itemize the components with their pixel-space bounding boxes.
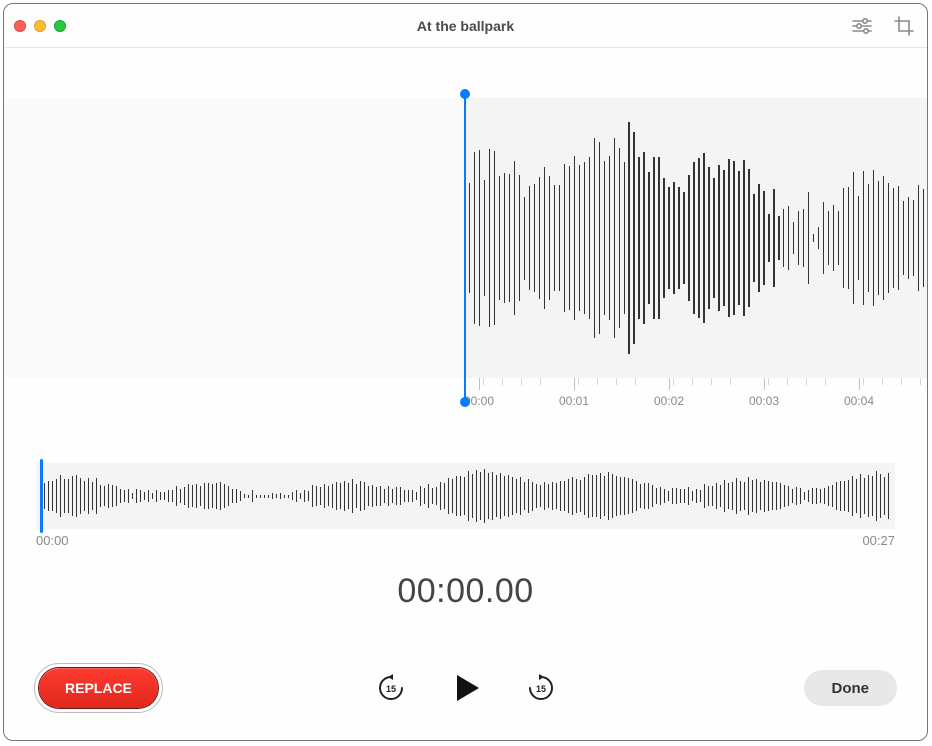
- time-ruler: 00:0000:0100:0200:0300:040: [464, 378, 927, 422]
- overview-start-time: 00:00: [36, 533, 69, 548]
- replace-button-outline: REPLACE: [34, 663, 163, 713]
- ruler-tick: 00:03: [749, 378, 779, 408]
- trim-crop-icon[interactable]: [891, 15, 917, 37]
- window-controls: [14, 20, 66, 32]
- waveform-empty-region: [4, 98, 464, 378]
- recording-title: At the ballpark: [4, 18, 927, 34]
- done-button[interactable]: Done: [804, 670, 898, 706]
- main-waveform: [464, 98, 927, 378]
- app-window: At the ballpark: [3, 3, 928, 741]
- transport-controls: 15 15: [376, 668, 556, 708]
- ruler-tick: 00:01: [559, 378, 589, 408]
- ruler-tick: 00:04: [844, 378, 874, 408]
- minimize-window-button[interactable]: [34, 20, 46, 32]
- play-button[interactable]: [446, 668, 486, 708]
- overview-waveform: [36, 463, 895, 529]
- ruler-tick: 00:02: [654, 378, 684, 408]
- skip-back-15-button[interactable]: 15: [376, 673, 406, 703]
- overview-end-time: 00:27: [862, 533, 895, 548]
- overview-playhead[interactable]: [40, 459, 43, 533]
- current-time-display: 00:00.00: [4, 572, 927, 611]
- zoom-window-button[interactable]: [54, 20, 66, 32]
- title-actions: [849, 15, 917, 37]
- titlebar: At the ballpark: [4, 4, 927, 48]
- svg-text:15: 15: [535, 684, 545, 694]
- svg-text:15: 15: [385, 684, 395, 694]
- playhead[interactable]: [464, 94, 466, 402]
- overview-waveform-area[interactable]: 00:00 00:27: [36, 463, 895, 548]
- close-window-button[interactable]: [14, 20, 26, 32]
- skip-forward-15-button[interactable]: 15: [526, 673, 556, 703]
- main-waveform-area[interactable]: 00:0000:0100:0200:0300:040: [4, 48, 927, 383]
- settings-sliders-icon[interactable]: [849, 15, 875, 37]
- overview-times: 00:00 00:27: [36, 533, 895, 548]
- bottom-toolbar: REPLACE 15 15: [4, 658, 927, 718]
- replace-button[interactable]: REPLACE: [39, 668, 158, 708]
